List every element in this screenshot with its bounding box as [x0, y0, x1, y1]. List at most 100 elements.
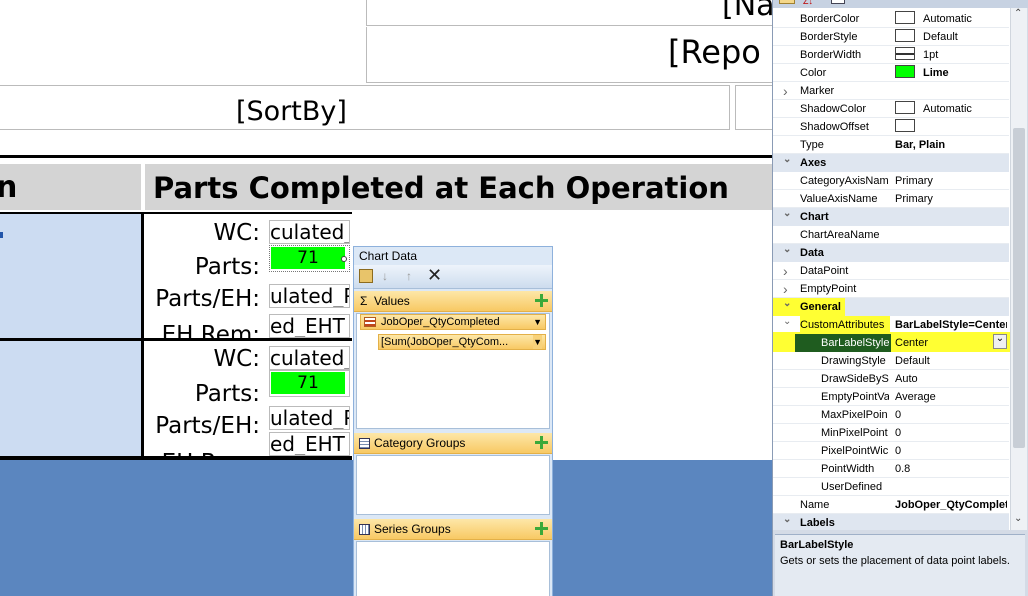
property-category-axes[interactable]: ⌄ Axes [773, 154, 1009, 172]
property-value[interactable] [893, 478, 1007, 495]
scroll-up-icon[interactable]: ⌃ [1014, 8, 1022, 19]
property-category-chart[interactable]: ⌄ Chart [773, 208, 1009, 226]
chevron-down-icon[interactable]: ⌄ [783, 205, 791, 223]
value-expression-item[interactable]: [Sum(JobOper_QtyCom... ▼ [378, 334, 546, 350]
property-row-color[interactable]: Color Lime [773, 64, 1009, 82]
name-textbox[interactable] [366, 0, 772, 26]
property-value[interactable]: Lime [893, 64, 1007, 81]
move-up-icon[interactable]: ↑ [406, 269, 412, 283]
resize-handle[interactable] [341, 256, 347, 262]
property-row-emptypointva[interactable]: EmptyPointVa Average [773, 388, 1009, 406]
add-value-icon[interactable] [535, 294, 548, 307]
sortby-textbox[interactable] [0, 85, 730, 130]
parts-eh-value[interactable]: ulated_P [269, 284, 350, 308]
property-value[interactable]: Center ⌄ [893, 334, 1010, 351]
value-field-item[interactable]: JobOper_QtyCompleted ▼ [360, 314, 546, 330]
category-groups-drop-area[interactable] [356, 455, 550, 515]
property-value[interactable]: Automatic [893, 10, 1007, 27]
property-value[interactable]: Default [893, 352, 1007, 369]
property-row-type[interactable]: Type Bar, Plain [773, 136, 1009, 154]
property-value[interactable]: 1pt [893, 46, 1007, 63]
properties-icon[interactable] [359, 269, 373, 283]
chevron-down-icon[interactable]: ⌄ [783, 295, 791, 313]
vertical-scrollbar[interactable]: ⌃ ⌄ [1010, 8, 1027, 530]
chevron-down-icon[interactable]: ▼ [533, 335, 542, 349]
delete-icon[interactable]: ✕ [427, 265, 442, 286]
categorized-icon[interactable] [779, 0, 795, 4]
scroll-down-icon[interactable]: ⌄ [1014, 513, 1022, 524]
chevron-right-icon[interactable]: › [783, 82, 788, 100]
property-value[interactable]: JobOper_QtyComplet [893, 496, 1007, 513]
property-pages-icon[interactable] [831, 0, 845, 4]
property-row-marker[interactable]: › Marker [773, 82, 1009, 100]
property-row-datapoint[interactable]: › DataPoint [773, 262, 1009, 280]
chevron-down-icon[interactable]: ▼ [533, 315, 542, 330]
property-row-drawingstyle[interactable]: DrawingStyle Default [773, 352, 1009, 370]
property-value[interactable]: 0.8 [893, 460, 1007, 477]
property-row-shadowoffset[interactable]: ShadowOffset [773, 118, 1009, 136]
property-row-chartareaname[interactable]: ChartAreaName [773, 226, 1009, 244]
dropdown-chevron-icon[interactable]: ⌄ [993, 334, 1007, 349]
move-down-icon[interactable]: ↓ [382, 269, 388, 283]
add-series-group-icon[interactable] [535, 522, 548, 535]
chevron-down-icon[interactable]: ⌄ [783, 151, 791, 169]
eh-rem-value[interactable]: ed_EHT [269, 314, 350, 338]
sortby-right-box[interactable] [735, 85, 772, 130]
property-row-bordercolor[interactable]: BorderColor Automatic [773, 10, 1009, 28]
property-row-borderwidth[interactable]: BorderWidth 1pt [773, 46, 1009, 64]
separator-line [0, 155, 772, 158]
property-value[interactable] [893, 280, 1007, 297]
values-drop-area[interactable]: JobOper_QtyCompleted ▼ [Sum(JobOper_QtyC… [356, 313, 550, 429]
parts-value-databar[interactable]: 71 [271, 247, 345, 269]
property-row-maxpixelpoin[interactable]: MaxPixelPoin 0 [773, 406, 1009, 424]
property-value[interactable]: Bar, Plain [893, 136, 1007, 153]
property-row-drawsidebysi[interactable]: DrawSideBySi Auto [773, 370, 1009, 388]
property-row-valueaxisname[interactable]: ValueAxisName Primary [773, 190, 1009, 208]
property-row-name[interactable]: Name JobOper_QtyComplet [773, 496, 1009, 514]
property-row-shadowcolor[interactable]: ShadowColor Automatic [773, 100, 1009, 118]
property-row-borderstyle[interactable]: BorderStyle Default [773, 28, 1009, 46]
property-value[interactable] [893, 226, 1007, 243]
property-value[interactable]: Average [893, 388, 1007, 405]
property-value[interactable] [893, 262, 1007, 279]
properties-panel[interactable]: Z↓ BorderColor Automatic BorderStyle Defaul… [772, 0, 1028, 596]
property-row-userdefined[interactable]: UserDefined [773, 478, 1009, 496]
property-row-pointwidth[interactable]: PointWidth 0.8 [773, 460, 1009, 478]
property-row-categoryaxisnam[interactable]: CategoryAxisNam Primary [773, 172, 1009, 190]
property-category-labels[interactable]: ⌄ Labels [773, 514, 1009, 530]
chart-data-panel[interactable]: Chart Data ↓ ↑ ✕ Σ Values JobOper_QtyCom… [353, 246, 553, 596]
property-value[interactable]: Primary [893, 172, 1007, 189]
property-value[interactable]: 0 [893, 424, 1007, 441]
property-row-barlabelstyle[interactable]: BarLabelStyle Center ⌄ [773, 332, 1010, 352]
property-category-data[interactable]: ⌄ Data [773, 244, 1009, 262]
series-groups-drop-area[interactable] [356, 541, 550, 596]
chevron-down-icon[interactable]: ⌄ [783, 241, 791, 259]
property-row-minpixelpoint[interactable]: MinPixelPoint 0 [773, 424, 1009, 442]
property-row-pixelpointwic[interactable]: PixelPointWic 0 [773, 442, 1009, 460]
chevron-right-icon[interactable]: › [783, 262, 788, 280]
property-value[interactable]: Automatic [893, 100, 1007, 117]
property-value[interactable] [893, 118, 1007, 135]
add-category-group-icon[interactable] [535, 436, 548, 449]
left-detail-cell[interactable] [0, 214, 141, 458]
wc-value[interactable]: culated_ [269, 346, 350, 370]
parts-value-databar[interactable]: 71 [271, 372, 345, 394]
eh-rem-value[interactable]: ed_EHT [269, 432, 350, 456]
property-grid[interactable]: BorderColor Automatic BorderStyle Default Bo… [773, 8, 1010, 530]
property-row-emptypoint[interactable]: › EmptyPoint [773, 280, 1009, 298]
report-placeholder: [Repo [668, 33, 761, 71]
alphabetical-icon[interactable]: Z↓ [803, 0, 813, 6]
property-value[interactable]: Default [893, 28, 1007, 45]
property-value[interactable]: BarLabelStyle=Center [893, 316, 1007, 333]
property-value[interactable]: 0 [893, 442, 1007, 459]
scrollbar-thumb[interactable] [1013, 128, 1025, 448]
property-value[interactable] [893, 82, 1007, 99]
left-header-cell[interactable] [0, 164, 141, 210]
property-value[interactable]: Primary [893, 190, 1007, 207]
property-value[interactable]: 0 [893, 406, 1007, 423]
parts-eh-value[interactable]: ulated_P [269, 406, 350, 430]
chevron-down-icon[interactable]: ⌄ [783, 511, 791, 529]
chevron-down-icon[interactable]: ⌄ [783, 313, 791, 331]
property-value[interactable]: Auto [893, 370, 1007, 387]
wc-value[interactable]: culated_ [269, 220, 350, 244]
